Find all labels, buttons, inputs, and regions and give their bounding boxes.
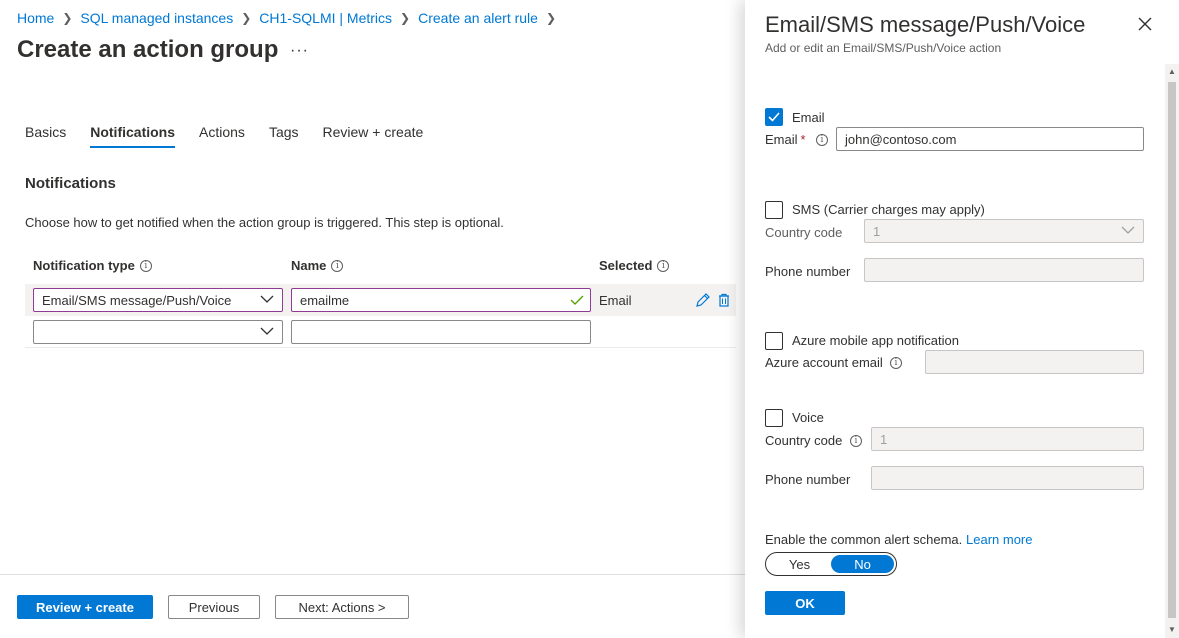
learn-more-link[interactable]: Learn more bbox=[966, 532, 1032, 547]
voice-country-code-field[interactable]: 1 bbox=[871, 427, 1144, 451]
sms-phone-field[interactable] bbox=[864, 258, 1144, 282]
email-label-text: Email bbox=[765, 132, 798, 147]
notification-type-value: Email/SMS message/Push/Voice bbox=[42, 293, 232, 308]
scroll-down-icon[interactable]: ▼ bbox=[1168, 626, 1176, 634]
panel-title: Email/SMS message/Push/Voice bbox=[765, 12, 1086, 37]
tab-bar: Basics Notifications Actions Tags Review… bbox=[25, 120, 447, 148]
info-icon[interactable]: i bbox=[331, 259, 344, 272]
main-blade: Home ❯ SQL managed instances ❯ CH1-SQLMI… bbox=[0, 0, 745, 638]
delete-trash-icon[interactable] bbox=[716, 292, 732, 308]
push-checkbox-label: Azure mobile app notification bbox=[792, 333, 959, 348]
tab-basics[interactable]: Basics bbox=[25, 120, 66, 148]
sms-country-code-label: Country code bbox=[765, 225, 843, 240]
page-title: Create an action group bbox=[17, 36, 279, 63]
voice-country-code-label: Country code bbox=[765, 433, 843, 448]
tab-notifications[interactable]: Notifications bbox=[90, 120, 175, 148]
notification-type-select-empty[interactable] bbox=[33, 320, 283, 344]
breadcrumb-sql-managed-instances[interactable]: SQL managed instances bbox=[80, 10, 233, 26]
common-alert-schema-label: Enable the common alert schema. bbox=[765, 532, 963, 547]
panel-subtitle: Add or edit an Email/SMS/Push/Voice acti… bbox=[765, 41, 1002, 55]
notification-type-select[interactable]: Email/SMS message/Push/Voice bbox=[33, 288, 283, 312]
section-title: Notifications bbox=[25, 175, 116, 192]
sms-checkbox[interactable] bbox=[765, 201, 783, 219]
common-alert-schema-toggle[interactable]: Yes No bbox=[765, 552, 897, 576]
more-options-button[interactable]: ··· bbox=[290, 42, 309, 60]
sms-phone-label: Phone number bbox=[765, 264, 851, 279]
info-icon[interactable]: i bbox=[139, 259, 152, 272]
info-icon[interactable]: i bbox=[816, 134, 828, 146]
chevron-down-icon bbox=[260, 295, 274, 303]
notification-name-input[interactable]: emailme bbox=[291, 288, 591, 312]
column-header-notification-type: Notification type i bbox=[33, 258, 152, 273]
tab-actions[interactable]: Actions bbox=[199, 120, 245, 148]
breadcrumb-home[interactable]: Home bbox=[17, 10, 54, 26]
chevron-down-icon bbox=[260, 327, 274, 335]
breadcrumb: Home ❯ SQL managed instances ❯ CH1-SQLMI… bbox=[17, 10, 564, 26]
required-asterisk: * bbox=[800, 132, 806, 147]
voice-checkbox[interactable] bbox=[765, 409, 783, 427]
azure-account-email-label: Azure account email bbox=[765, 355, 883, 370]
column-header-label: Selected bbox=[599, 258, 653, 273]
section-description: Choose how to get notified when the acti… bbox=[25, 215, 504, 230]
voice-checkbox-label: Voice bbox=[792, 410, 824, 425]
toggle-option-no[interactable]: No bbox=[831, 555, 894, 573]
email-checkbox[interactable] bbox=[765, 108, 783, 126]
scrollbar-thumb[interactable] bbox=[1168, 82, 1176, 618]
chevron-right-icon: ❯ bbox=[400, 11, 411, 25]
breadcrumb-metrics[interactable]: CH1-SQLMI | Metrics bbox=[259, 10, 392, 26]
notification-name-value: emailme bbox=[300, 293, 350, 308]
toggle-option-yes[interactable]: Yes bbox=[768, 555, 831, 573]
info-icon[interactable]: i bbox=[657, 259, 670, 272]
voice-phone-label: Phone number bbox=[765, 472, 851, 487]
tab-tags[interactable]: Tags bbox=[269, 120, 299, 148]
chevron-right-icon: ❯ bbox=[62, 11, 73, 25]
chevron-right-icon: ❯ bbox=[545, 11, 557, 25]
scroll-up-icon[interactable]: ▲ bbox=[1168, 68, 1176, 76]
checkmark-icon bbox=[768, 112, 780, 122]
footer-divider bbox=[0, 574, 745, 575]
push-checkbox[interactable] bbox=[765, 332, 783, 350]
info-icon[interactable]: i bbox=[890, 357, 902, 369]
previous-button[interactable]: Previous bbox=[168, 595, 260, 619]
sms-country-code-select[interactable]: 1 bbox=[864, 219, 1144, 243]
column-header-name: Name i bbox=[291, 258, 344, 273]
review-create-button[interactable]: Review + create bbox=[17, 595, 153, 619]
voice-phone-field[interactable] bbox=[871, 466, 1144, 490]
edit-pencil-icon[interactable] bbox=[695, 292, 711, 308]
chevron-down-icon bbox=[1121, 226, 1135, 234]
email-field-label: Email * bbox=[765, 132, 806, 147]
sms-country-code-value: 1 bbox=[873, 224, 881, 239]
voice-country-code-value: 1 bbox=[880, 432, 888, 447]
ok-button[interactable]: OK bbox=[765, 591, 845, 615]
breadcrumb-create-alert-rule[interactable]: Create an alert rule bbox=[418, 10, 538, 26]
close-icon[interactable] bbox=[1137, 16, 1153, 32]
notification-name-input-empty[interactable] bbox=[291, 320, 591, 344]
azure-account-email-field[interactable] bbox=[925, 350, 1144, 374]
email-field[interactable]: john@contoso.com bbox=[836, 127, 1144, 151]
email-checkbox-label: Email bbox=[792, 110, 825, 125]
info-icon[interactable]: i bbox=[850, 435, 862, 447]
column-header-label: Notification type bbox=[33, 258, 135, 273]
tab-review-create[interactable]: Review + create bbox=[323, 120, 424, 148]
column-header-label: Name bbox=[291, 258, 327, 273]
row-divider bbox=[25, 347, 736, 348]
email-value: john@contoso.com bbox=[845, 132, 957, 147]
column-header-selected: Selected i bbox=[599, 258, 670, 273]
selected-value: Email bbox=[599, 293, 632, 308]
next-actions-button[interactable]: Next: Actions > bbox=[275, 595, 409, 619]
checkmark-icon bbox=[570, 295, 584, 305]
sms-checkbox-label: SMS (Carrier charges may apply) bbox=[792, 202, 985, 217]
flyout-panel: Email/SMS message/Push/Voice Add or edit… bbox=[745, 0, 1179, 638]
chevron-right-icon: ❯ bbox=[241, 11, 252, 25]
